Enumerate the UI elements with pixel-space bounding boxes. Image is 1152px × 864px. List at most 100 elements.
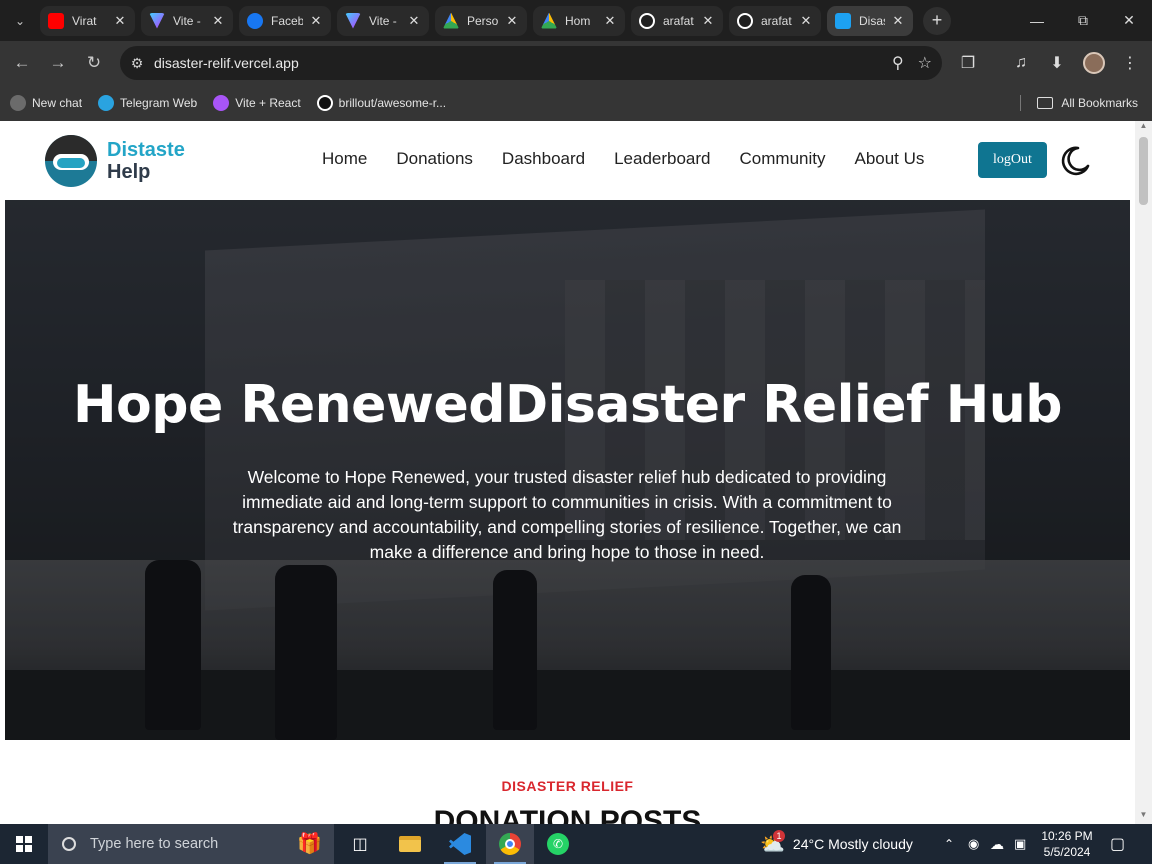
search-icon: [62, 837, 76, 851]
tab-title: arafat: [761, 13, 792, 28]
meet-now-icon[interactable]: ◉: [968, 824, 979, 864]
tab-close-icon[interactable]: ✕: [701, 13, 715, 29]
bookmark-item[interactable]: brillout/awesome-r...: [316, 95, 446, 111]
drive-icon: [541, 12, 557, 29]
taskbar-search-placeholder: Type here to search: [90, 836, 219, 852]
network-icon[interactable]: ▣: [1014, 824, 1026, 864]
tab-close-icon[interactable]: ✕: [113, 13, 127, 29]
logo-title[interactable]: Distaste: [107, 139, 185, 162]
address-bar[interactable]: ⚙ disaster-relif.vercel.app ⚲ ☆: [120, 46, 942, 80]
whatsapp-icon[interactable]: ✆: [534, 824, 582, 864]
bookmark-star-icon[interactable]: ☆: [918, 53, 932, 73]
clock-time: 10:26 PM: [1041, 829, 1093, 843]
vscode-icon[interactable]: [436, 824, 484, 864]
tab-close-icon[interactable]: ✕: [211, 13, 225, 29]
browser-tab[interactable]: Perso ✕: [435, 5, 527, 36]
new-tab-button[interactable]: +: [923, 6, 951, 35]
tab-search-chevron-icon[interactable]: ⌄: [0, 0, 40, 41]
tab-title: Vite -: [173, 13, 201, 28]
github-icon: [737, 12, 753, 29]
nav-link-donations[interactable]: Donations: [396, 149, 473, 169]
cloudy-weather-icon: ⛅ 1: [760, 829, 785, 856]
scroll-down-icon[interactable]: ▼: [1135, 810, 1152, 824]
nav-link-home[interactable]: Home: [322, 149, 367, 169]
bookmark-item[interactable]: New chat: [10, 95, 82, 111]
browser-tab[interactable]: arafat ✕: [631, 5, 723, 36]
site-navbar: Distaste Help Home Donations Dashboard Lead…: [5, 121, 1130, 200]
media-controls-icon[interactable]: ♫: [1006, 41, 1036, 85]
forward-arrow-icon[interactable]: →: [40, 47, 76, 79]
bookmark-item[interactable]: Telegram Web: [98, 95, 197, 111]
tab-title: Faceb: [271, 13, 303, 28]
logo-subtitle[interactable]: Help: [107, 161, 150, 184]
bookmark-label: Vite + React: [235, 96, 301, 110]
nav-link-dashboard[interactable]: Dashboard: [502, 149, 585, 169]
nav-link-community[interactable]: Community: [740, 149, 826, 169]
bookmarks-separator: [1020, 95, 1022, 111]
bookmark-item[interactable]: Vite + React: [213, 95, 301, 111]
browser-tab[interactable]: Vite - ✕: [141, 5, 233, 36]
page-scrollbar[interactable]: ▲ ▼: [1135, 121, 1152, 824]
tab-close-icon[interactable]: ✕: [799, 13, 813, 29]
tab-title: Hom: [565, 13, 591, 28]
scrollbar-thumb[interactable]: [1139, 137, 1148, 205]
browser-tab[interactable]: Hom ✕: [533, 5, 625, 36]
onedrive-cloud-icon[interactable]: ☁: [990, 824, 1004, 864]
scroll-up-icon[interactable]: ▲: [1135, 121, 1152, 135]
task-view-icon[interactable]: ◫: [336, 824, 384, 864]
downloads-icon[interactable]: ⬇: [1042, 41, 1072, 85]
taskbar-search-box[interactable]: Type here to search 🎁: [48, 824, 334, 864]
file-explorer-icon[interactable]: [386, 824, 434, 864]
url-text[interactable]: disaster-relif.vercel.app: [154, 55, 299, 71]
browser-tab[interactable]: Faceb ✕: [239, 5, 331, 36]
browser-tab[interactable]: arafat ✕: [729, 5, 821, 36]
logo-hands-icon[interactable]: [45, 135, 97, 187]
folder-icon: [1037, 97, 1054, 109]
browser-tab[interactable]: Virat ✕: [40, 5, 135, 36]
tab-close-icon[interactable]: ✕: [603, 13, 617, 29]
tab-strip: ⌄ Virat ✕ Vite - ✕ Faceb ✕ Vite - ✕ Perso ✕ Hom ✕ ar…: [0, 0, 1152, 41]
main-menu: Home Donations Dashboard Leaderboard Communi…: [322, 149, 924, 169]
back-arrow-icon[interactable]: ←: [4, 47, 40, 79]
restore-icon[interactable]: ⧉: [1060, 0, 1106, 41]
github-icon: [316, 95, 333, 111]
github-icon: [639, 12, 655, 29]
close-window-icon[interactable]: ✕: [1106, 0, 1152, 41]
bookmarks-bar: New chat Telegram Web Vite + React brillout…: [0, 85, 1152, 121]
browser-toolbar: ← → ↻ ⚙ disaster-relif.vercel.app ⚲ ☆ ❐ …: [0, 41, 1152, 85]
browser-tab[interactable]: Vite - ✕: [337, 5, 429, 36]
zoom-icon[interactable]: ⚲: [892, 53, 904, 73]
site-settings-icon[interactable]: ⚙: [120, 55, 154, 72]
start-windows-icon[interactable]: [0, 824, 48, 864]
tab-close-icon[interactable]: ✕: [891, 13, 905, 29]
telegram-icon: [98, 95, 115, 111]
dark-mode-moon-icon[interactable]: [1058, 144, 1092, 178]
all-bookmarks-button[interactable]: All Bookmarks: [1020, 85, 1138, 121]
browser-tab[interactable]: Disas ✕: [827, 5, 913, 36]
tab-close-icon[interactable]: ✕: [407, 13, 421, 29]
browser-menu-icon[interactable]: ⋮: [1115, 41, 1145, 85]
weather-text: 24°C Mostly cloudy: [792, 836, 913, 852]
hero-title: Hope RenewedDisaster Relief Hub: [72, 375, 1063, 435]
vite-icon: [213, 95, 230, 111]
nav-link-about-us[interactable]: About Us: [854, 149, 924, 169]
tab-close-icon[interactable]: ✕: [309, 13, 323, 29]
hero-banner: Hope RenewedDisaster Relief Hub Welcome …: [5, 200, 1130, 740]
taskbar-clock[interactable]: 10:26 PM 5/5/2024: [1036, 828, 1098, 860]
extensions-icon[interactable]: ❐: [953, 41, 983, 85]
weather-widget[interactable]: ⛅ 1 24°C Mostly cloudy: [760, 824, 913, 864]
reload-icon[interactable]: ↻: [76, 47, 112, 79]
notifications-icon[interactable]: ▢: [1110, 824, 1125, 864]
site-icon: [835, 12, 851, 29]
show-hidden-icons-chevron-icon[interactable]: ⌃: [944, 824, 954, 864]
logout-button[interactable]: logOut: [978, 142, 1047, 178]
nav-link-leaderboard[interactable]: Leaderboard: [614, 149, 710, 169]
tab-title: Vite -: [369, 13, 397, 28]
minimize-icon[interactable]: —: [1014, 0, 1060, 41]
hero-description: Welcome to Hope Renewed, your trusted di…: [232, 467, 902, 562]
search-highlight-flowers-icon[interactable]: 🎁: [297, 831, 322, 856]
chrome-icon[interactable]: [486, 824, 534, 864]
tab-close-icon[interactable]: ✕: [505, 13, 519, 29]
vite-icon: [345, 12, 361, 29]
profile-avatar[interactable]: [1079, 41, 1109, 85]
